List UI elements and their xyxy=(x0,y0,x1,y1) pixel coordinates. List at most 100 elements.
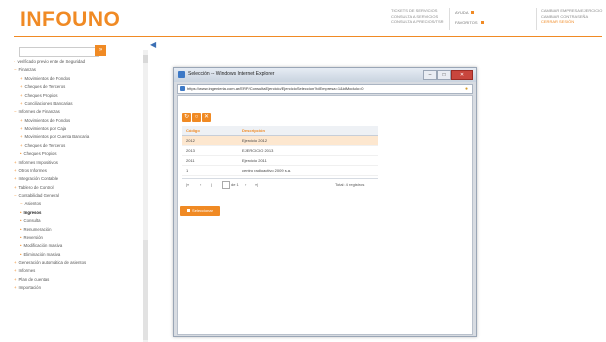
sidebar-item[interactable]: + Movimientos de Fondos xyxy=(10,117,144,125)
cell-description: EJERCICIO 2013 xyxy=(242,148,274,153)
sidebar-item[interactable]: + Integración Contable xyxy=(10,175,144,183)
favorites-bullet-icon xyxy=(480,21,484,24)
sidebar-item[interactable]: • Cheques Propios xyxy=(10,150,144,158)
page-count-label: de 1 xyxy=(231,182,239,187)
sidebar-item-marker-icon: + xyxy=(14,260,17,265)
dialog-content: ↻ ○ ✕ Código Descripción 2012 Ejercicio 2… xyxy=(177,95,473,335)
link-change-company[interactable]: CAMBIAR EMPRESA/EJERCICIO xyxy=(541,8,602,14)
sidebar-item[interactable]: + Generación automática de asientos xyxy=(10,259,144,267)
sidebar-item[interactable]: + Cheques de Terceros xyxy=(10,83,144,91)
selection-dialog: Selección -- Windows Internet Explorer –… xyxy=(173,67,477,337)
sidebar-item[interactable]: • Renumeración xyxy=(10,226,144,234)
sidebar-item[interactable]: + Movimientos de Fondos xyxy=(10,75,144,83)
sidebar-item-label: Renumeración xyxy=(23,226,52,232)
sidebar-item[interactable]: • Consulta xyxy=(10,217,144,225)
select-button[interactable]: Seleccionar xyxy=(180,206,220,216)
link-tickets[interactable]: TICKETS DE SERVICIOS xyxy=(391,8,444,14)
sidebar-item-label: Consulta xyxy=(23,218,41,224)
sidebar-item-label: Ingresos xyxy=(23,209,42,215)
sidebar-item-marker-icon: + xyxy=(20,75,23,81)
sidebar-item[interactable]: + Importación xyxy=(10,284,144,292)
address-url[interactable]: https://www.ingenieria.com.ar/ERP/Consul… xyxy=(187,86,457,91)
refresh-icon[interactable]: ↻ xyxy=(182,113,191,122)
header-links-services: TICKETS DE SERVICIOS CONSULTA A SERVICIO… xyxy=(391,8,444,25)
sidebar-item[interactable]: • Eliminación masiva xyxy=(10,251,144,259)
close-button[interactable]: ✕ xyxy=(451,70,473,80)
sidebar-item[interactable]: • Modificación masiva xyxy=(10,242,144,250)
sidebar-item[interactable]: + Conciliaciones Bancarias xyxy=(10,100,144,108)
sidebar-item[interactable]: • Ingresos xyxy=(10,209,144,217)
sidebar-item-marker-icon: • xyxy=(20,234,22,240)
sidebar-item[interactable]: + Movimientos por Cuenta Bancaria xyxy=(10,133,144,141)
page-icon xyxy=(180,86,185,91)
sidebar-item-marker-icon: • xyxy=(20,243,22,249)
grid-pager: |« ‹ | de 1 › »| Total: 4 registros xyxy=(182,178,378,191)
minimize-button[interactable]: – xyxy=(423,70,437,80)
link-logout[interactable]: CERRAR SESIÓN xyxy=(541,19,602,25)
sidebar-nav: · verificado previo ente de Seguridad − Fin… xyxy=(10,58,144,293)
sidebar-item[interactable]: + Cheques de Terceros xyxy=(10,142,144,150)
table-row[interactable]: 2013 EJERCICIO 2013 xyxy=(182,146,378,156)
sidebar-item-marker-icon: • xyxy=(20,218,22,224)
last-page-button[interactable]: »| xyxy=(255,182,258,187)
lock-icon: ● xyxy=(465,86,469,92)
sidebar-item-label: Movimientos de Fondos xyxy=(24,75,71,81)
grid-header: Código Descripción xyxy=(182,126,378,136)
check-icon xyxy=(187,209,191,213)
sidebar-item[interactable]: + Otros Informes xyxy=(10,167,144,175)
header-divider xyxy=(449,8,450,30)
sidebar-item-marker-icon: + xyxy=(14,176,17,182)
table-row[interactable]: 2011 Ejercicio 2011 xyxy=(182,156,378,166)
sidebar-item-marker-icon: − xyxy=(14,193,17,198)
sidebar-item[interactable]: + Movimientos por Caja xyxy=(10,125,144,133)
sidebar-item[interactable]: + Cheques Propios xyxy=(10,92,144,100)
sidebar-item-marker-icon: − xyxy=(14,67,17,73)
help-bullet-icon xyxy=(471,11,475,14)
sidebar-search-button[interactable]: » xyxy=(95,45,106,56)
collapse-sidebar-icon[interactable]: ◀ xyxy=(150,40,157,50)
table-row[interactable]: 1 centro radioactivo 2009 s.a. xyxy=(182,166,378,176)
search-icon[interactable]: ○ xyxy=(192,113,201,122)
dialog-titlebar[interactable]: Selección -- Windows Internet Explorer –… xyxy=(174,68,476,82)
app-logo[interactable]: INFOUNO xyxy=(20,8,120,32)
favorites-link[interactable]: FAVORITOS xyxy=(455,20,484,25)
sidebar-item[interactable]: • Reversión xyxy=(10,234,144,242)
sidebar-item-marker-icon: • xyxy=(20,151,22,157)
header-help-group: AYUDA FAVORITOS xyxy=(455,10,484,25)
sidebar-item[interactable]: − Asientos xyxy=(10,200,144,208)
sidebar-item[interactable]: + Informes xyxy=(10,267,144,275)
sidebar-item[interactable]: − Finanzas xyxy=(10,66,144,74)
page-number-input[interactable] xyxy=(222,181,230,189)
sidebar-item-label: Finanzas xyxy=(18,67,36,73)
sidebar-item-label: Otros Informes xyxy=(18,167,47,173)
maximize-button[interactable]: □ xyxy=(437,70,451,80)
clear-filter-icon[interactable]: ✕ xyxy=(202,113,211,122)
column-header-code[interactable]: Código xyxy=(182,126,240,135)
sidebar-item-marker-icon: − xyxy=(14,109,17,115)
table-row[interactable]: 2012 Ejercicio 2012 xyxy=(182,136,378,146)
previous-page-button[interactable]: ‹ xyxy=(200,182,201,187)
sidebar-item[interactable]: · verificado previo ente de Seguridad xyxy=(10,58,144,66)
first-page-button[interactable]: |« xyxy=(186,182,189,187)
sidebar-search-input[interactable] xyxy=(19,47,99,57)
sidebar-item[interactable]: + Tablero de Control xyxy=(10,184,144,192)
sidebar-item-marker-icon: + xyxy=(14,167,17,173)
header-account-links: CAMBIAR EMPRESA/EJERCICIO CAMBIAR CONTRA… xyxy=(541,8,602,25)
sidebar-item[interactable]: − Informes de Finanzas xyxy=(10,108,144,116)
sidebar-item-marker-icon: + xyxy=(20,117,23,123)
link-prices[interactable]: CONSULTA A PRECIOS/TSR xyxy=(391,19,444,25)
next-page-button[interactable]: › xyxy=(245,182,246,187)
selection-grid: Código Descripción 2012 Ejercicio 2012 201… xyxy=(182,126,378,176)
address-bar[interactable]: https://www.ingenieria.com.ar/ERP/Consul… xyxy=(177,84,473,94)
sidebar-item[interactable]: − Contabilidad General xyxy=(10,192,144,200)
sidebar-item-label: Cheques de Terceros xyxy=(24,142,66,148)
help-link[interactable]: AYUDA xyxy=(455,10,484,15)
sidebar-item-label: Movimientos por Caja xyxy=(24,126,67,131)
column-header-description[interactable]: Descripción xyxy=(240,126,378,135)
sidebar-item-marker-icon: − xyxy=(20,201,23,207)
sidebar-item[interactable]: + Informes Impositivos xyxy=(10,159,144,167)
sidebar-item[interactable]: + Plan de cuentas xyxy=(10,276,144,284)
sidebar-item-label: verificado previo ente de Seguridad xyxy=(17,59,86,64)
cell-code: 1 xyxy=(186,168,189,173)
cell-description: centro radioactivo 2009 s.a. xyxy=(242,168,292,173)
